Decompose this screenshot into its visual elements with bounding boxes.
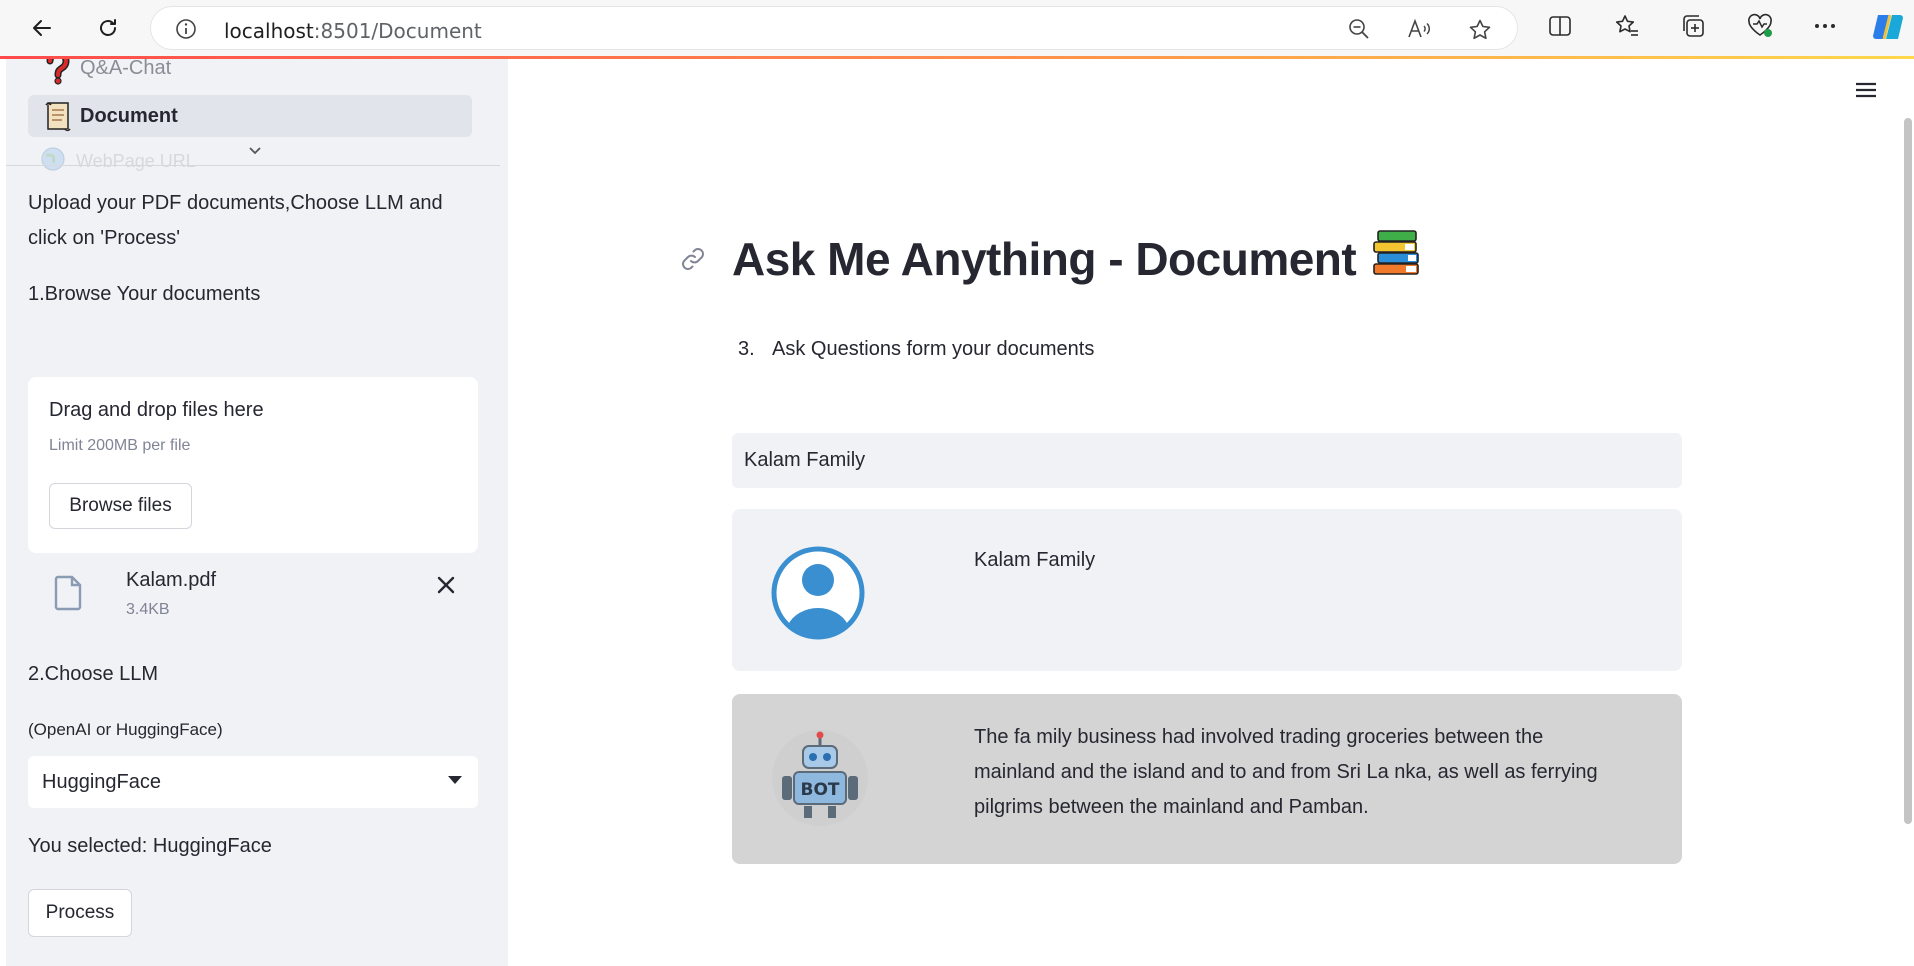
chevron-down-icon[interactable] (248, 143, 262, 161)
sidebar-item-qa-chat[interactable]: Q&A-Chat (28, 59, 472, 89)
llm-select[interactable]: HuggingFace (28, 756, 478, 808)
copilot-icon[interactable] (1870, 9, 1906, 50)
llm-hint: (OpenAI or HuggingFace) (28, 720, 223, 739)
caret-down-icon (448, 776, 462, 784)
file-dropzone[interactable]: Drag and drop files here Limit 200MB per… (28, 377, 478, 553)
step3-list-item: 3. Ask Questions form your documents (738, 338, 1094, 361)
question-input[interactable]: Kalam Family (732, 433, 1682, 488)
site-info-icon[interactable] (175, 18, 197, 45)
remove-file-close-icon[interactable] (434, 573, 458, 602)
collections-icon[interactable] (1680, 13, 1706, 44)
robot-avatar-icon: BOT (770, 728, 870, 833)
browse-files-button[interactable]: Browse files (49, 483, 192, 529)
zoom-out-icon[interactable] (1348, 18, 1370, 45)
sidebar-item-webpage-url[interactable]: WebPage URL (40, 146, 320, 173)
sidebar: Q&A-Chat Document WebPage URL Upload you… (6, 59, 508, 966)
favorite-star-icon[interactable] (1468, 18, 1492, 47)
step2-label: 2.Choose LLM (28, 663, 159, 685)
step3-number: 3. (738, 338, 755, 360)
hamburger-menu-icon[interactable] (1854, 80, 1878, 105)
url-host: localhost (224, 19, 314, 43)
sidebar-item-label: Q&A-Chat (80, 59, 172, 79)
sidebar-instructions: Upload your PDF documents,Choose LLM and… (28, 192, 443, 249)
dropzone-limit: Limit 200MB per file (49, 437, 191, 454)
page-title-text: Ask Me Anything - Document (732, 232, 1357, 285)
file-size: 3.4KB (126, 601, 170, 618)
bot-message: BOT The fa mily business had involved tr… (732, 694, 1682, 864)
books-icon (1370, 228, 1422, 289)
sidebar-item-label: Document (80, 104, 178, 127)
svg-text:BOT: BOT (800, 780, 839, 800)
selected-llm-text: You selected: HuggingFace (28, 835, 272, 857)
sidebar-nav-divider (6, 165, 500, 166)
url-text: localhost:8501/Document (224, 19, 482, 43)
file-icon (54, 575, 84, 616)
scroll-icon (40, 98, 76, 134)
browser-toolbar: localhost:8501/Document (0, 0, 1914, 56)
address-bar[interactable]: localhost:8501/Document (150, 6, 1518, 50)
user-message-text: Kalam Family (974, 549, 1096, 571)
globe-icon (40, 146, 66, 177)
favorites-icon[interactable] (1614, 13, 1640, 44)
step3-text: Ask Questions form your documents (772, 338, 1095, 360)
browser-essentials-icon[interactable] (1746, 13, 1774, 44)
llm-select-value: HuggingFace (42, 771, 161, 793)
user-message: Kalam Family (732, 509, 1682, 671)
main-scrollbar[interactable] (1904, 118, 1912, 824)
read-aloud-icon[interactable] (1407, 18, 1433, 45)
anchor-link-icon[interactable] (680, 246, 706, 277)
refresh-icon[interactable] (90, 10, 126, 46)
file-name: Kalam.pdf (126, 569, 217, 591)
question-mark-icon (40, 59, 76, 86)
page-title: Ask Me Anything - Document (732, 228, 1422, 289)
bot-message-text: The fa mily business had involved tradin… (974, 726, 1598, 818)
question-input-value: Kalam Family (744, 449, 866, 471)
process-button[interactable]: Process (28, 889, 132, 937)
user-avatar-icon (770, 545, 866, 646)
uploaded-file: Kalam.pdf 3.4KB (28, 561, 478, 621)
back-arrow-icon[interactable] (24, 10, 60, 46)
more-options-icon[interactable] (1812, 13, 1838, 44)
sidebar-item-label: WebPage URL (76, 150, 196, 171)
step1-label: 1.Browse Your documents (28, 283, 261, 305)
split-screen-icon[interactable] (1547, 13, 1573, 44)
sidebar-item-document[interactable]: Document (28, 95, 472, 137)
dropzone-title: Drag and drop files here (49, 399, 264, 421)
url-path: :8501/Document (313, 19, 482, 43)
